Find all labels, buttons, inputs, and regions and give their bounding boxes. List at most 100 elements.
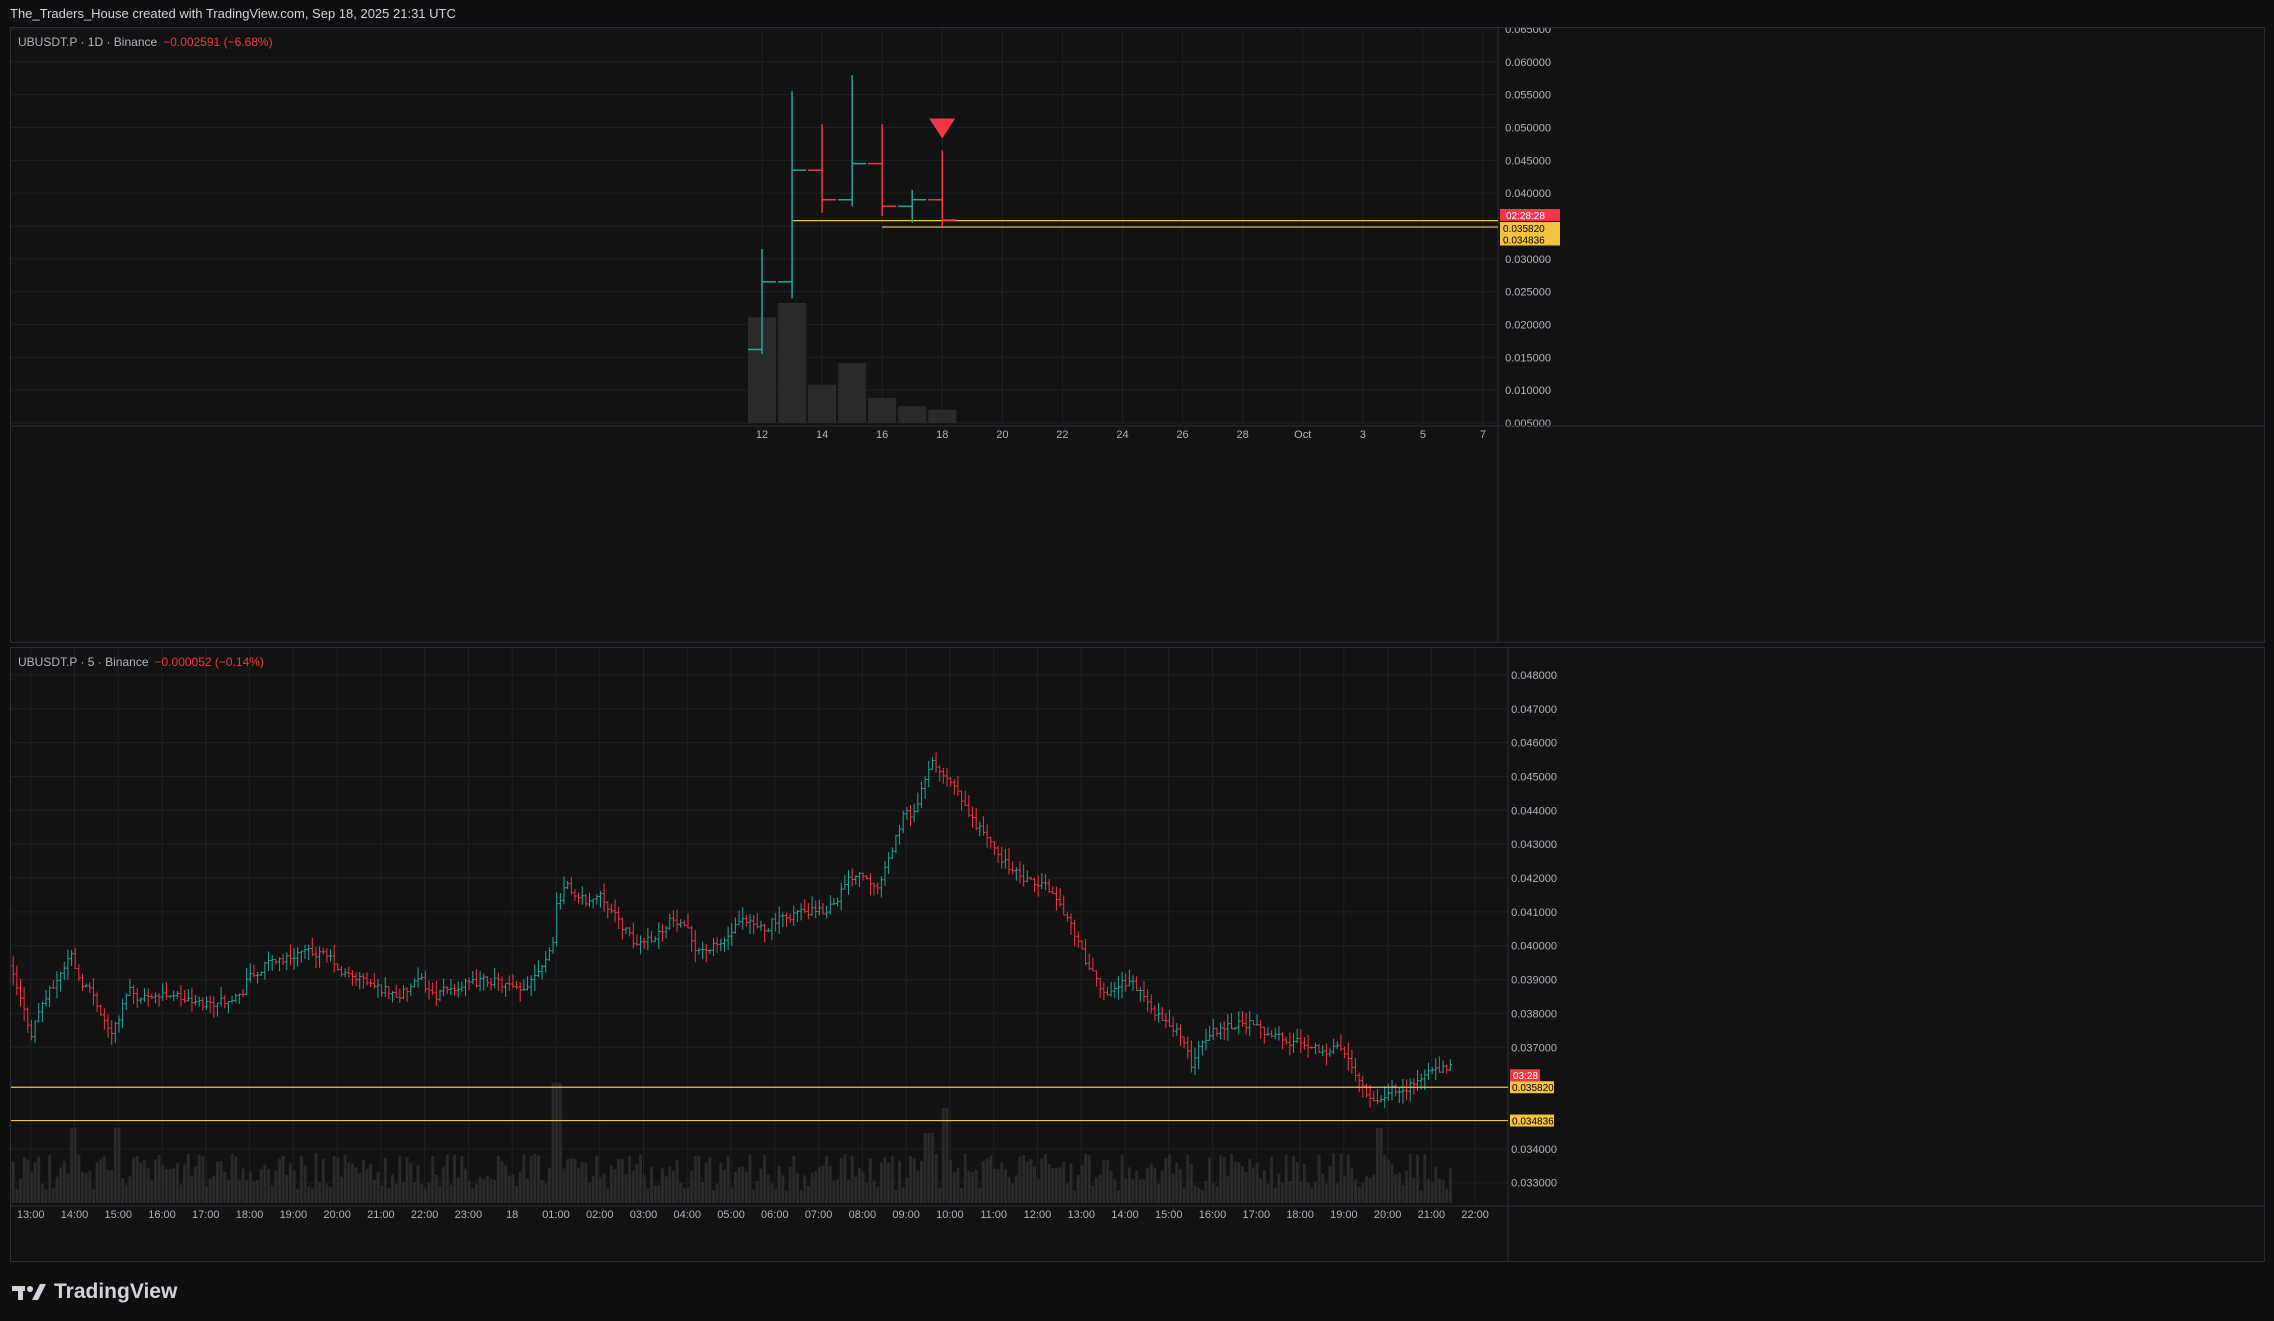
five-minute-volume-bar xyxy=(387,1188,391,1203)
five-minute-volume-bar xyxy=(774,1189,778,1203)
five-minute-volume-bar xyxy=(73,1128,77,1203)
five-minute-volume-bar xyxy=(839,1158,843,1203)
five-minute-volume-bar xyxy=(708,1156,712,1203)
five-minute-volume-bar xyxy=(617,1158,621,1203)
five-minute-volume-bar xyxy=(544,1183,548,1203)
five-minute-volume-bar xyxy=(978,1187,982,1203)
five-minute-volume-bar xyxy=(642,1175,646,1203)
five-minute-volume-bar xyxy=(474,1184,478,1203)
five-minute-volume-bar xyxy=(29,1172,33,1203)
five-minute-volume-bar xyxy=(1036,1178,1040,1203)
tradingview-logo-icon xyxy=(12,1283,46,1300)
daily-volume-bar xyxy=(808,384,837,423)
daily-volume-bar xyxy=(898,406,927,423)
five-minute-volume-bar xyxy=(91,1188,95,1203)
five-minute-volume-bar xyxy=(817,1166,821,1203)
five-minute-volume-bar xyxy=(146,1167,150,1203)
five-minute-volume-bar xyxy=(974,1169,978,1203)
five-minute-volume-bar xyxy=(1397,1172,1401,1203)
five-minute-volume-bar xyxy=(887,1162,891,1203)
five-minute-volume-bar xyxy=(201,1156,205,1203)
five-minute-volume-bar xyxy=(909,1155,912,1203)
five-minute-y-tick-label: 0.038000 xyxy=(1511,1008,1557,1020)
five-minute-x-tick-label: 14:00 xyxy=(61,1209,89,1221)
five-minute-volume-bar xyxy=(591,1175,595,1203)
five-minute-volume-bar xyxy=(504,1165,508,1203)
five-minute-volume-bar xyxy=(1412,1177,1416,1203)
five-minute-x-tick-label: 16:00 xyxy=(1199,1209,1227,1221)
five-minute-volume-bar xyxy=(1135,1170,1139,1203)
five-minute-volume-bar xyxy=(340,1176,343,1203)
five-minute-y-tick-label: 0.045000 xyxy=(1511,771,1557,783)
tradingview-logo[interactable]: TradingView xyxy=(12,1280,177,1304)
five-minute-volume-bar xyxy=(657,1185,661,1203)
five-minute-volume-bar xyxy=(967,1170,971,1203)
five-minute-volume-bar xyxy=(310,1188,314,1203)
daily-chart-canvas[interactable]: 0.065000 0.060000 0.055000 0.050000 0.045000… xyxy=(11,28,2264,642)
five-minute-x-tick-label: 12:00 xyxy=(1024,1209,1052,1221)
daily-chart-pane[interactable]: UBUSDT.P · 1D · Binance −0.002591 (−6.68%… xyxy=(10,27,2265,643)
five-minute-volume-bar xyxy=(1175,1162,1179,1203)
five-minute-volume-bar xyxy=(292,1170,296,1203)
five-minute-volume-bar xyxy=(237,1179,241,1203)
five-minute-volume-bar xyxy=(1288,1180,1292,1203)
five-minute-volume-bar xyxy=(1365,1175,1368,1203)
five-minute-volume-bar xyxy=(241,1168,245,1203)
five-minute-y-tick-label: 0.034000 xyxy=(1511,1144,1557,1156)
five-minute-volume-bar xyxy=(507,1175,511,1203)
five-minute-volume-bar xyxy=(1408,1153,1412,1203)
five-minute-volume-bar xyxy=(1000,1162,1004,1203)
daily-x-tick-label: 16 xyxy=(876,429,888,441)
daily-symbol: UBUSDT.P · 1D · Binance xyxy=(18,35,158,49)
five-minute-volume-bar xyxy=(252,1180,256,1203)
five-minute-volume-bar xyxy=(267,1168,270,1203)
five-minute-volume-bar xyxy=(562,1168,566,1203)
five-minute-volume-bar xyxy=(1102,1160,1106,1203)
five-minute-volume-bar xyxy=(518,1171,522,1203)
five-minute-volume-bar xyxy=(609,1165,613,1203)
five-minute-volume-bar xyxy=(420,1184,424,1203)
five-minute-volume-bar xyxy=(212,1176,216,1203)
five-minute-volume-bar xyxy=(139,1162,143,1203)
five-minute-x-tick-label: 20:00 xyxy=(323,1209,351,1221)
five-minute-chart-pane[interactable]: UBUSDT.P · 5 · Binance −0.000052 (−0.14%)… xyxy=(10,647,2265,1262)
daily-level-badge-text: 0.034836 xyxy=(1503,236,1545,247)
five-minute-volume-bar xyxy=(701,1181,705,1203)
five-minute-volume-bar xyxy=(442,1167,446,1203)
five-minute-volume-bar xyxy=(785,1190,788,1203)
five-minute-y-tick-label: 0.048000 xyxy=(1511,670,1557,682)
five-minute-volume-bar xyxy=(1313,1181,1317,1203)
five-minute-x-tick-label: 17:00 xyxy=(1243,1209,1271,1221)
five-minute-volume-bar xyxy=(365,1168,369,1203)
five-minute-volume-bar xyxy=(215,1161,219,1203)
five-minute-volume-bar xyxy=(1295,1162,1299,1203)
five-minute-x-tick-label: 01:00 xyxy=(542,1209,570,1221)
five-minute-legend: UBUSDT.P · 5 · Binance −0.000052 (−0.14%) xyxy=(18,655,264,669)
five-minute-volume-bar xyxy=(70,1128,74,1203)
five-minute-volume-bar xyxy=(1357,1186,1361,1203)
five-minute-volume-bar xyxy=(489,1178,493,1203)
five-minute-y-tick-label: 0.046000 xyxy=(1511,738,1557,750)
five-minute-volume-bar xyxy=(868,1158,872,1203)
five-minute-volume-bar xyxy=(1153,1167,1157,1203)
five-minute-volume-bar xyxy=(205,1186,208,1203)
five-minute-volume-bar xyxy=(409,1163,413,1203)
five-minute-volume-bar xyxy=(172,1168,176,1203)
five-minute-volume-bar xyxy=(872,1180,876,1203)
five-minute-x-tick-label: 11:00 xyxy=(980,1209,1007,1221)
five-minute-volume-bar xyxy=(1423,1154,1427,1203)
five-minute-volume-bar xyxy=(226,1180,230,1203)
five-minute-volume-bar xyxy=(1018,1156,1022,1203)
five-minute-x-tick-label: 18:00 xyxy=(1286,1209,1314,1221)
five-minute-chart-canvas[interactable]: 0.048000 0.047000 0.046000 0.045000 0.044000… xyxy=(11,648,2264,1261)
five-minute-volume-bar xyxy=(230,1153,234,1203)
five-minute-volume-bar xyxy=(1383,1154,1387,1203)
five-minute-symbol: UBUSDT.P · 5 · Binance xyxy=(18,655,149,669)
five-minute-volume-bar xyxy=(588,1182,591,1203)
five-minute-volume-bar xyxy=(952,1172,956,1203)
five-minute-volume-bar xyxy=(1237,1162,1241,1203)
five-minute-volume-bar xyxy=(628,1155,632,1203)
five-minute-volume-bar xyxy=(759,1168,763,1203)
five-minute-volume-bar xyxy=(102,1156,106,1203)
five-minute-volume-bar xyxy=(15,1188,19,1203)
